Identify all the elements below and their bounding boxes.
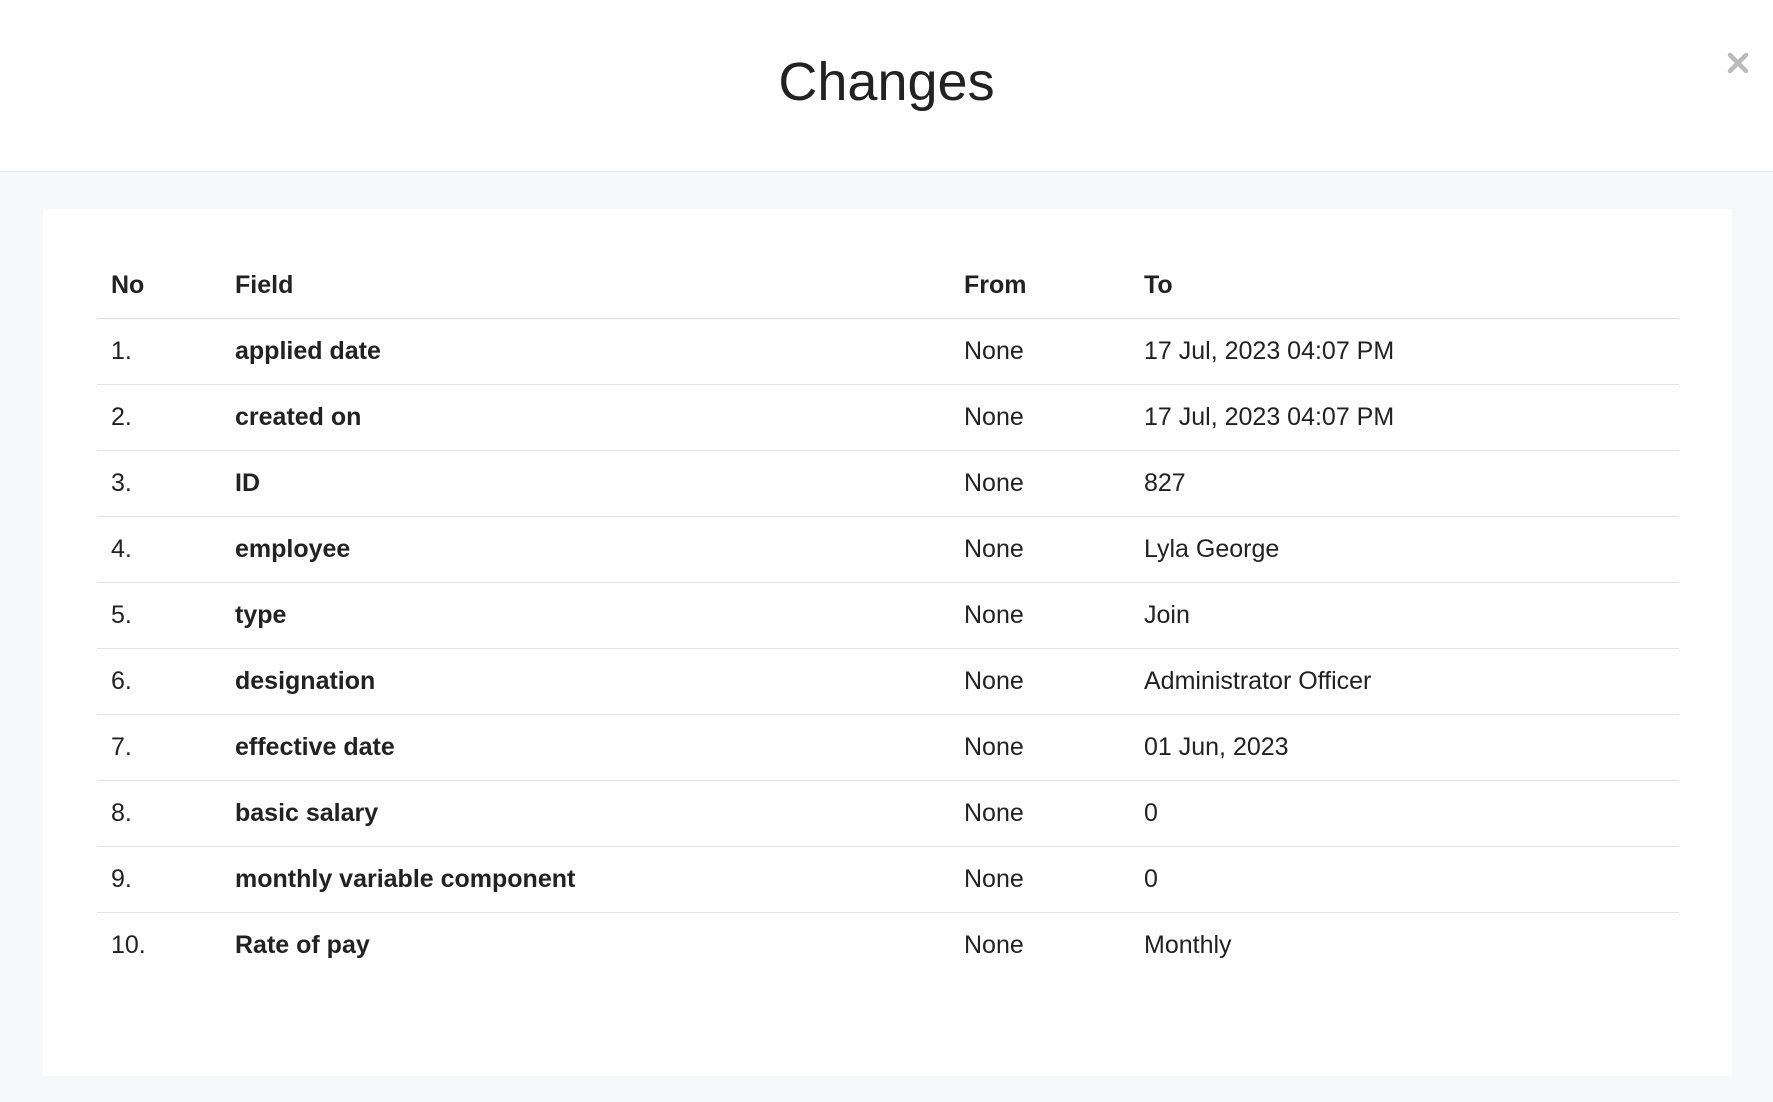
row-to: 0 — [1130, 846, 1679, 913]
header-from: From — [950, 253, 1130, 319]
row-field: designation — [221, 648, 950, 715]
row-no: 2. — [97, 384, 221, 451]
modal-body: No Field From To 1. applied date None 17… — [0, 172, 1773, 1102]
row-to: 01 Jun, 2023 — [1130, 714, 1679, 781]
header-field: Field — [221, 253, 950, 319]
row-from: None — [950, 648, 1130, 715]
modal-title: Changes — [778, 52, 995, 112]
row-from: None — [950, 318, 1130, 385]
row-from: None — [964, 931, 1024, 959]
row-no: 3. — [97, 450, 221, 517]
row-field: effective date — [221, 714, 950, 781]
row-to: Administrator Officer — [1130, 648, 1679, 715]
table-row: 7. effective date None 01 Jun, 2023 — [97, 714, 1679, 781]
row-to: 17 Jul, 2023 04:07 PM — [1130, 318, 1679, 385]
row-from: None — [950, 780, 1130, 847]
row-no: 9. — [97, 846, 221, 913]
row-from: None — [950, 516, 1130, 583]
row-field: created on — [221, 384, 950, 451]
row-from: None — [950, 582, 1130, 649]
row-from: None — [950, 714, 1130, 781]
row-to: 17 Jul, 2023 04:07 PM — [1130, 384, 1679, 451]
table-row: 9. monthly variable component None 0 — [97, 846, 1679, 913]
table-row: 6. designation None Administrator Office… — [97, 648, 1679, 715]
changes-table: No Field From To 1. applied date None 17… — [97, 253, 1679, 978]
row-to: 0 — [1130, 780, 1679, 847]
row-to: 827 — [1130, 450, 1679, 517]
row-field: basic salary — [221, 780, 950, 847]
modal-header: Changes — [0, 0, 1773, 172]
row-field: monthly variable component — [221, 846, 950, 913]
row-to: Monthly — [1144, 931, 1232, 959]
row-from: None — [950, 450, 1130, 517]
row-field: employee — [221, 516, 950, 583]
row-field: Rate of pay — [235, 931, 370, 959]
table-row: 10. Rate of pay None Monthly — [97, 913, 1679, 979]
row-no: 10. — [111, 931, 146, 959]
row-no: 4. — [97, 516, 221, 583]
table-row: 1. applied date None 17 Jul, 2023 04:07 … — [97, 318, 1679, 385]
row-no: 5. — [97, 582, 221, 649]
close-icon — [1727, 52, 1749, 74]
row-no: 6. — [97, 648, 221, 715]
row-field: applied date — [221, 318, 950, 385]
table-row: 4. employee None Lyla George — [97, 516, 1679, 583]
table-row: 3. ID None 827 — [97, 450, 1679, 517]
table-row: 2. created on None 17 Jul, 2023 04:07 PM — [97, 384, 1679, 451]
row-no: 8. — [97, 780, 221, 847]
header-no: No — [97, 253, 221, 319]
row-no: 7. — [97, 714, 221, 781]
row-from: None — [950, 384, 1130, 451]
row-from: None — [950, 846, 1130, 913]
row-field: type — [221, 582, 950, 649]
header-to: To — [1130, 253, 1679, 319]
close-button[interactable] — [1721, 46, 1755, 80]
table-row: 8. basic salary None 0 — [97, 780, 1679, 847]
row-field: ID — [221, 450, 950, 517]
row-to: Lyla George — [1130, 516, 1679, 583]
row-to: Join — [1130, 582, 1679, 649]
row-no: 1. — [97, 318, 221, 385]
table-row: 5. type None Join — [97, 582, 1679, 649]
changes-card: No Field From To 1. applied date None 17… — [43, 209, 1732, 1076]
table-header-row: No Field From To — [97, 253, 1679, 319]
changes-modal: Changes No Field From To 1. applied date… — [0, 0, 1773, 1102]
